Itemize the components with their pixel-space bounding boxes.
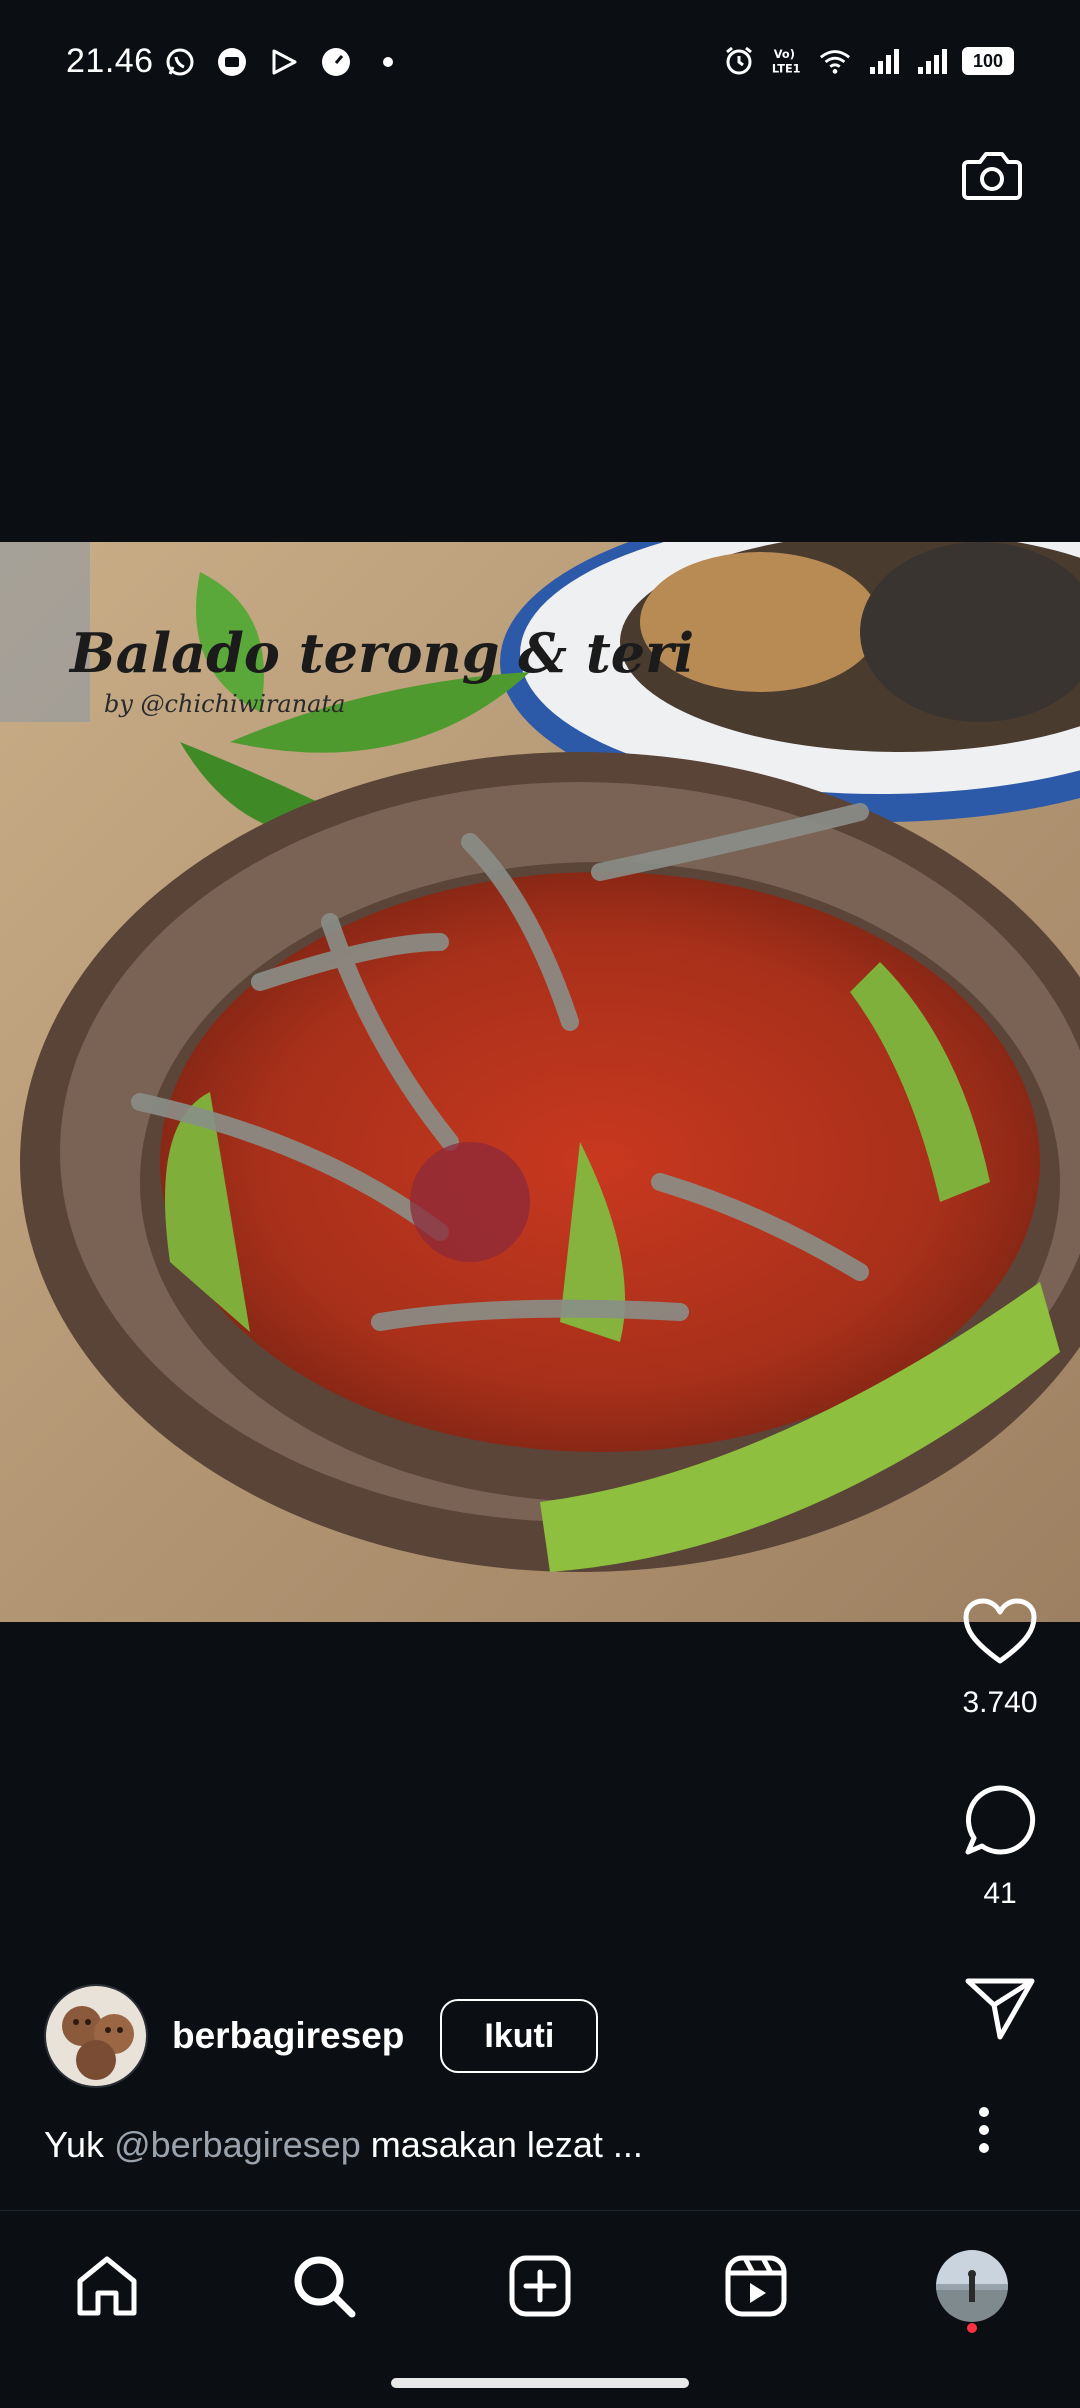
status-bar: 21.46 Vo) LTE1 100	[0, 0, 1080, 100]
profile-avatar	[936, 2250, 1008, 2322]
caption-text: masakan lezat ...	[360, 2124, 643, 2165]
status-notification-icons	[163, 45, 405, 79]
camera-icon	[962, 152, 1022, 200]
status-system-icons: Vo) LTE1 100	[722, 44, 1014, 78]
more-notifications-dot	[371, 45, 405, 79]
nav-profile[interactable]	[927, 2241, 1017, 2331]
reels-icon	[725, 2255, 787, 2317]
comment-count: 41	[983, 1877, 1017, 1910]
like-action: 3.740	[920, 1597, 1080, 1720]
post-image[interactable]: Balado terong & teri by @chichiwiranata	[0, 542, 1080, 1622]
nav-create[interactable]	[495, 2241, 585, 2331]
volte-icon: Vo) LTE1	[770, 44, 804, 78]
battery-indicator: 100	[962, 47, 1014, 75]
status-time: 21.46	[66, 42, 154, 80]
like-count: 3.740	[962, 1686, 1038, 1719]
follow-button[interactable]: Ikuti	[440, 1999, 599, 2073]
app-notification-icon	[215, 45, 249, 79]
share-action	[920, 1975, 1080, 2046]
nav-search[interactable]	[279, 2241, 369, 2331]
svg-text:LTE1: LTE1	[772, 61, 801, 75]
play-store-icon	[267, 45, 301, 79]
like-button[interactable]	[962, 1597, 1038, 1672]
nav-home[interactable]	[62, 2241, 152, 2331]
post-caption[interactable]: Yuk @berbagiresep masakan lezat ...	[44, 2124, 643, 2166]
svg-text:by @chichiwiranata: by @chichiwiranata	[104, 690, 345, 718]
svg-text:Balado terong & teri: Balado terong & teri	[68, 621, 694, 685]
share-button[interactable]	[964, 1975, 1036, 2046]
more-vertical-icon	[979, 2107, 989, 2153]
profile-avatar-image	[936, 2250, 1008, 2322]
comment-button[interactable]	[962, 1782, 1038, 1863]
signal-2-icon	[914, 44, 948, 78]
heart-icon	[963, 1598, 1037, 1664]
alarm-icon	[722, 44, 756, 78]
wifi-icon	[818, 44, 852, 78]
camera-button[interactable]	[958, 142, 1026, 210]
comment-icon	[965, 1785, 1036, 1855]
caption-mention[interactable]: @berbagiresep	[114, 2124, 361, 2165]
author-avatar[interactable]	[44, 1984, 148, 2088]
nav-reels[interactable]	[711, 2241, 801, 2331]
post-author: berbagiresep Ikuti	[44, 1984, 599, 2088]
food-photo: Balado terong & teri by @chichiwiranata	[0, 542, 1080, 1622]
signal-1-icon	[866, 44, 900, 78]
caption-prefix: Yuk	[44, 2124, 115, 2165]
whatsapp-icon	[163, 45, 197, 79]
speedometer-icon	[319, 45, 353, 79]
more-options-button[interactable]	[934, 2100, 1034, 2160]
home-indicator[interactable]	[391, 2378, 689, 2388]
profile-notification-dot	[967, 2323, 977, 2333]
author-avatar-image	[46, 1986, 146, 2086]
send-icon	[965, 1978, 1035, 2040]
search-icon	[294, 2256, 356, 2318]
author-username[interactable]: berbagiresep	[172, 2015, 404, 2057]
svg-text:Vo): Vo)	[774, 47, 795, 61]
home-icon	[77, 2256, 137, 2316]
comment-action: 41	[920, 1782, 1080, 1911]
plus-square-icon	[509, 2255, 571, 2317]
